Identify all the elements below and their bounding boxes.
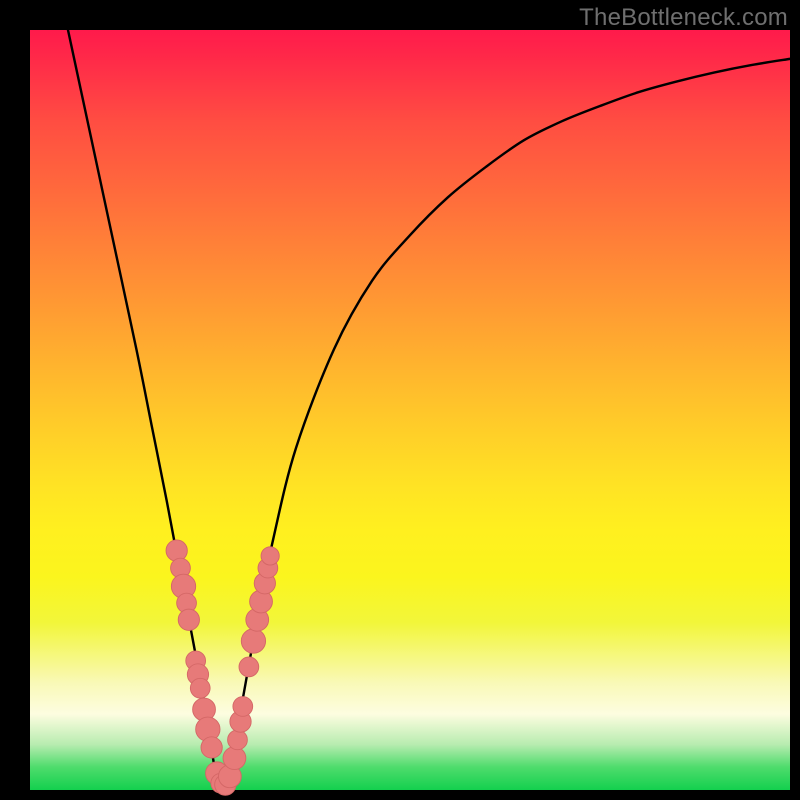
watermark-text: TheBottleneck.com [579,4,788,32]
marker-dot [178,609,199,630]
marker-dot [190,678,210,698]
marker-dot [228,730,248,750]
marker-dot [223,747,246,770]
chart-overlay [30,30,790,790]
bottleneck-curve [68,30,790,789]
marker-dot [166,540,187,561]
marker-dot [241,629,265,653]
marker-dot [261,547,279,565]
marker-dot [201,737,222,758]
marker-dot [239,657,259,677]
highlight-markers [166,540,279,795]
marker-dot [233,697,253,717]
chart-frame: TheBottleneck.com [0,0,800,800]
